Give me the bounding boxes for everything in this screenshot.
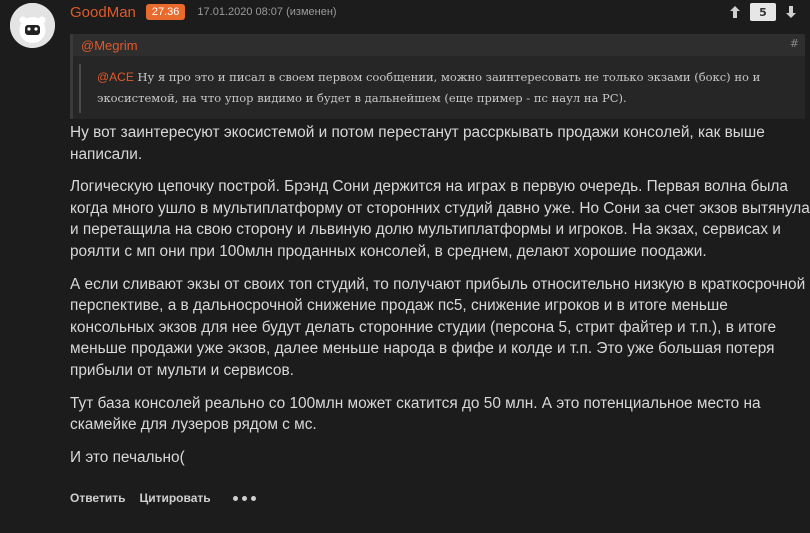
post-actions: Ответить Цитировать: [70, 491, 256, 505]
post-paragraph: И это печально(: [70, 448, 185, 466]
quote-permalink[interactable]: #: [790, 37, 799, 50]
upvote-button[interactable]: [724, 3, 746, 21]
post-paragraph: Тут база консолей реально со 100млн може…: [70, 394, 761, 434]
arrow-down-icon: [786, 6, 796, 18]
nested-quote: @ACE Ну я про это и писал в своем первом…: [79, 64, 799, 113]
avatar[interactable]: [10, 3, 55, 48]
arrow-up-icon: [730, 6, 740, 18]
nested-quote-author-link[interactable]: @ACE: [97, 70, 134, 84]
quote-header: @Megrim #: [73, 34, 805, 56]
username-link[interactable]: GoodMan: [70, 4, 136, 21]
downvote-button[interactable]: [780, 3, 802, 21]
nested-quote-text: Ну я про это и писал в своем первом сооб…: [97, 70, 761, 105]
vote-widget: 5: [724, 3, 802, 21]
post-header: GoodMan 27.36 17.01.2020 08:07 (изменен): [70, 2, 337, 22]
post-paragraph: Логическую цепочку построй. Брэнд Сони д…: [70, 178, 810, 260]
quote-block: @Megrim # @ACE Ну я про это и писал в св…: [70, 34, 805, 119]
more-dots-icon[interactable]: [232, 495, 256, 501]
quote-author-link[interactable]: @Megrim: [81, 38, 138, 53]
post-date: 17.01.2020 08:07 (изменен): [197, 6, 337, 18]
quote-button[interactable]: Цитировать: [139, 491, 210, 505]
reputation-badge: 27.36: [145, 4, 186, 20]
post-body: Ну вот заинтересуют экосистемой и потом …: [70, 122, 810, 479]
vote-count: 5: [750, 3, 776, 21]
forum-post: GoodMan 27.36 17.01.2020 08:07 (изменен)…: [0, 0, 810, 533]
post-paragraph: Ну вот заинтересуют экосистемой и потом …: [70, 124, 765, 163]
post-paragraph: А если сливают экзы от своих топ студий,…: [70, 275, 806, 379]
reply-button[interactable]: Ответить: [70, 491, 125, 505]
avatar-placeholder-icon: [10, 3, 55, 48]
